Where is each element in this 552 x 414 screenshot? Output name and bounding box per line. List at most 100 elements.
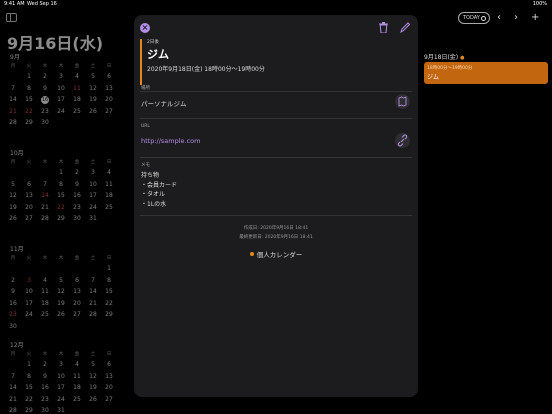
mini-month-day[interactable]: 6 — [70, 277, 84, 284]
mini-month-day[interactable]: 8 — [22, 373, 36, 380]
close-icon[interactable]: × — [140, 23, 150, 33]
url-link[interactable]: http://sample.com — [141, 137, 201, 145]
mini-month-day[interactable]: 25 — [38, 311, 52, 318]
chevron-right-icon[interactable]: › — [514, 12, 518, 23]
mini-month-day[interactable]: 13 — [22, 192, 36, 199]
mini-month-day[interactable]: 16 — [38, 384, 52, 391]
mini-month-day[interactable]: 31 — [54, 407, 68, 414]
mini-month-day[interactable]: 14 — [6, 96, 20, 103]
today-button[interactable]: TODAY — [458, 12, 490, 24]
mini-month-day[interactable]: 21 — [86, 300, 100, 307]
mini-month-day[interactable]: 26 — [86, 396, 100, 403]
mini-month-day[interactable]: 17 — [54, 96, 68, 103]
mini-month-day[interactable]: 19 — [6, 204, 20, 211]
mini-month-day[interactable]: 21 — [6, 108, 20, 115]
trash-icon[interactable] — [379, 22, 388, 33]
mini-month-day[interactable]: 5 — [54, 277, 68, 284]
mini-month-day[interactable]: 29 — [102, 311, 116, 318]
mini-month-day[interactable]: 9 — [38, 373, 52, 380]
mini-month-day[interactable]: 26 — [6, 215, 20, 222]
mini-month-day[interactable]: 12 — [6, 192, 20, 199]
mini-month-day[interactable]: 4 — [102, 169, 116, 176]
mini-month-day[interactable]: 28 — [6, 407, 20, 414]
mini-month-day[interactable]: 28 — [86, 311, 100, 318]
mini-month-day[interactable]: 16 — [70, 192, 84, 199]
mini-month-day[interactable]: 24 — [22, 311, 36, 318]
mini-month-day[interactable]: 20 — [22, 204, 36, 211]
mini-month-day[interactable]: 18 — [70, 96, 84, 103]
mini-month-day[interactable]: 11 — [38, 288, 52, 295]
mini-month-day[interactable]: 2 — [38, 361, 52, 368]
sidebar-icon[interactable] — [6, 13, 17, 22]
mini-month-day[interactable]: 17 — [54, 384, 68, 391]
mini-month-day[interactable]: 27 — [22, 215, 36, 222]
mini-month-day[interactable]: 1 — [102, 265, 116, 272]
mini-month-day[interactable]: 19 — [86, 96, 100, 103]
mini-month-day[interactable]: 29 — [54, 215, 68, 222]
mini-month-day[interactable]: 12 — [86, 373, 100, 380]
mini-month-day[interactable]: 19 — [54, 300, 68, 307]
mini-month-day[interactable]: 1 — [22, 73, 36, 80]
mini-month-day[interactable]: 10 — [54, 85, 68, 92]
mini-month-day[interactable]: 28 — [38, 215, 52, 222]
mini-month-day[interactable]: 5 — [86, 361, 100, 368]
mini-month-day[interactable]: 23 — [38, 396, 52, 403]
mini-month-day[interactable]: 26 — [86, 108, 100, 115]
mini-month-day[interactable]: 8 — [102, 277, 116, 284]
mini-month-day[interactable]: 7 — [38, 181, 52, 188]
mini-month-day[interactable]: 10 — [54, 373, 68, 380]
mini-month-day[interactable]: 25 — [70, 396, 84, 403]
mini-month-day[interactable]: 14 — [86, 288, 100, 295]
mini-month-day[interactable]: 6 — [22, 181, 36, 188]
mini-month-day[interactable]: 27 — [102, 108, 116, 115]
mini-month-day[interactable]: 4 — [70, 73, 84, 80]
mini-month-day[interactable]: 9 — [38, 85, 52, 92]
mini-month-day[interactable]: 7 — [86, 277, 100, 284]
mini-month-day[interactable]: 31 — [86, 215, 100, 222]
mini-month-day[interactable]: 20 — [102, 96, 116, 103]
mini-month-day[interactable]: 30 — [38, 119, 52, 126]
mini-month-day[interactable]: 21 — [6, 396, 20, 403]
mini-month-day[interactable]: 3 — [54, 73, 68, 80]
mini-month-day[interactable]: 3 — [54, 361, 68, 368]
mini-month-day[interactable]: 11 — [70, 373, 84, 380]
mini-month-day[interactable]: 30 — [38, 407, 52, 414]
event-block[interactable]: 18時00分〜19時00分 ジム — [424, 62, 548, 84]
mini-month-day[interactable]: 30 — [70, 215, 84, 222]
mini-month-day[interactable]: 24 — [54, 108, 68, 115]
mini-month-day[interactable]: 18 — [102, 192, 116, 199]
mini-month-day[interactable]: 6 — [102, 361, 116, 368]
mini-month-day[interactable]: 10 — [22, 288, 36, 295]
mini-month-day[interactable]: 14 — [6, 384, 20, 391]
mini-month-day[interactable]: 15 — [54, 192, 68, 199]
mini-month-day[interactable]: 28 — [6, 119, 20, 126]
mini-month-day[interactable]: 20 — [102, 384, 116, 391]
mini-month-day[interactable]: 6 — [102, 73, 116, 80]
mini-month-day[interactable]: 16 — [6, 300, 20, 307]
open-link-button[interactable] — [395, 133, 410, 148]
mini-month-day[interactable]: 7 — [6, 85, 20, 92]
mini-month-day[interactable]: 5 — [6, 181, 20, 188]
chevron-left-icon[interactable]: ‹ — [497, 12, 501, 23]
mini-month-day[interactable]: 23 — [38, 108, 52, 115]
mini-month-day[interactable]: 29 — [22, 119, 36, 126]
pencil-icon[interactable] — [400, 22, 410, 33]
mini-month-day[interactable]: 25 — [102, 204, 116, 211]
mini-month-day[interactable]: 3 — [86, 169, 100, 176]
mini-month-day[interactable]: 22 — [22, 108, 36, 115]
mini-month-day[interactable]: 18 — [38, 300, 52, 307]
mini-month-day[interactable]: 12 — [86, 85, 100, 92]
mini-month-day[interactable]: 22 — [102, 300, 116, 307]
mini-month-day[interactable]: 9 — [70, 181, 84, 188]
mini-month-day[interactable]: 23 — [6, 311, 20, 318]
mini-month-day[interactable]: 24 — [86, 204, 100, 211]
mini-month-day[interactable]: 18 — [70, 384, 84, 391]
mini-month-day[interactable]: 30 — [6, 323, 20, 330]
mini-month-day[interactable]: 22 — [22, 396, 36, 403]
mini-month-day[interactable]: 2 — [38, 73, 52, 80]
mini-month-day[interactable]: 11 — [70, 85, 84, 92]
mini-month-day[interactable]: 15 — [22, 96, 36, 103]
mini-month-day[interactable]: 8 — [54, 181, 68, 188]
mini-month-day[interactable]: 20 — [70, 300, 84, 307]
mini-month-day[interactable]: 12 — [54, 288, 68, 295]
